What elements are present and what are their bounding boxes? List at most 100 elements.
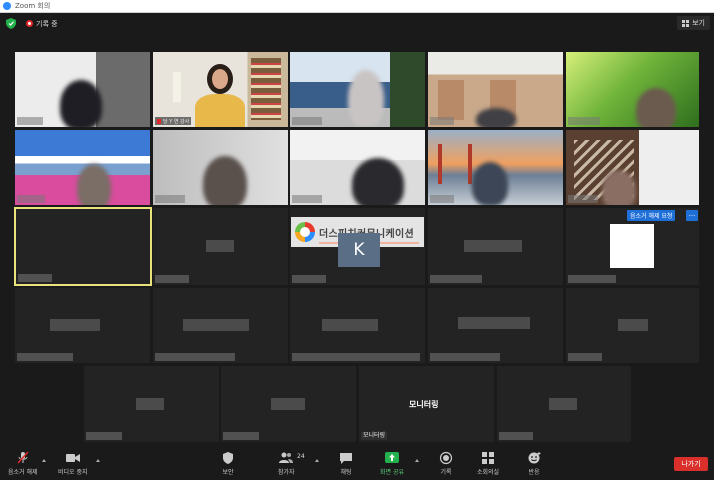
participant-tile[interactable] bbox=[84, 366, 219, 442]
chat-bubble-icon bbox=[340, 453, 352, 464]
meeting-top-bar: 기록 중 보기 bbox=[0, 13, 714, 33]
participants-icon bbox=[279, 452, 294, 463]
participant-name-chip bbox=[568, 275, 616, 283]
participant-name-chip bbox=[17, 195, 45, 203]
participant-tile[interactable] bbox=[15, 288, 150, 363]
participant-center-name bbox=[206, 240, 234, 252]
grid-view-icon bbox=[682, 19, 690, 27]
audio-options-chevron-icon[interactable] bbox=[42, 459, 46, 462]
participant-video-blank bbox=[610, 224, 654, 268]
host-participant-tile[interactable]: 당 Y 연 강사 bbox=[153, 52, 288, 127]
participant-center-name bbox=[322, 319, 378, 331]
participants-count-badge: 24 bbox=[297, 453, 305, 460]
participants-options-chevron-icon[interactable] bbox=[315, 459, 319, 462]
participant-name-chip bbox=[568, 195, 598, 203]
participant-name-chip bbox=[499, 432, 533, 440]
host-name-chip: 당 Y 연 강사 bbox=[155, 117, 192, 125]
participant-tile[interactable] bbox=[428, 208, 563, 285]
participant-name-chip bbox=[292, 195, 322, 203]
participant-name-chip bbox=[430, 353, 500, 361]
share-options-chevron-icon[interactable] bbox=[415, 459, 419, 462]
participant-tile[interactable] bbox=[15, 130, 150, 205]
monitoring-participant-tile[interactable]: 모니터링 모니터링 bbox=[359, 366, 494, 442]
window-title: Zoom 회의 bbox=[15, 2, 51, 10]
host-name-label: 당 Y 연 강사 bbox=[163, 118, 190, 125]
chat-button[interactable]: 채팅 bbox=[338, 451, 354, 476]
participant-tile[interactable] bbox=[221, 366, 356, 442]
participant-tile[interactable] bbox=[497, 366, 631, 442]
request-unmute-button[interactable]: 음소거 해제 요청 bbox=[627, 210, 676, 221]
security-button[interactable]: 보안 bbox=[220, 451, 236, 476]
view-button-label: 보기 bbox=[692, 19, 705, 27]
view-button[interactable]: 보기 bbox=[677, 16, 710, 30]
unmute-button[interactable]: 음소거 해제 bbox=[8, 451, 38, 476]
muted-mic-icon bbox=[157, 118, 161, 124]
breakout-rooms-label: 소회의실 bbox=[477, 469, 500, 476]
video-camera-icon bbox=[65, 454, 80, 462]
unmute-label: 음소거 해제 bbox=[8, 469, 38, 476]
participant-center-name bbox=[458, 317, 530, 329]
participant-name-chip bbox=[155, 195, 185, 203]
monitoring-center-name: 모니터링 bbox=[409, 400, 439, 409]
recording-label: 기록 중 bbox=[36, 19, 58, 28]
participant-name-chip bbox=[155, 275, 189, 283]
active-speaker-tile[interactable] bbox=[14, 207, 152, 286]
meeting-controls-toolbar bbox=[0, 447, 714, 480]
reactions-label: 반응 bbox=[528, 469, 540, 476]
participant-name-chip bbox=[292, 275, 326, 283]
participant-center-name bbox=[549, 398, 577, 410]
participant-name-chip bbox=[292, 353, 420, 361]
participant-center-name bbox=[136, 398, 164, 410]
reactions-smiley-icon bbox=[528, 452, 541, 464]
share-screen-button[interactable]: 화면 공유 bbox=[380, 451, 404, 476]
stop-video-button[interactable]: 비디오 중지 bbox=[58, 451, 88, 476]
participant-tile[interactable] bbox=[153, 288, 288, 363]
stop-video-label: 비디오 중지 bbox=[58, 469, 88, 476]
participant-tile[interactable] bbox=[566, 288, 699, 363]
participant-tile[interactable] bbox=[290, 130, 425, 205]
participant-tile[interactable] bbox=[290, 288, 425, 363]
participant-center-name bbox=[618, 319, 648, 331]
reactions-button[interactable]: 반응 bbox=[526, 451, 542, 476]
video-options-chevron-icon[interactable] bbox=[96, 459, 100, 462]
participant-tile[interactable] bbox=[153, 130, 288, 205]
participant-tile[interactable] bbox=[428, 52, 563, 127]
zoom-app-icon bbox=[3, 2, 11, 10]
company-logo-icon bbox=[295, 222, 315, 242]
participant-tile[interactable] bbox=[428, 130, 563, 205]
participant-tile[interactable] bbox=[15, 52, 150, 127]
participant-name-chip bbox=[17, 117, 43, 125]
participant-center-name bbox=[464, 240, 522, 252]
more-options-button[interactable]: ··· bbox=[686, 210, 698, 221]
participant-avatar: K bbox=[338, 233, 380, 267]
participant-tile[interactable] bbox=[428, 288, 563, 363]
participant-tile[interactable] bbox=[566, 52, 699, 127]
participant-center-name bbox=[50, 319, 100, 331]
record-icon bbox=[439, 451, 453, 465]
participant-center-name bbox=[271, 398, 305, 410]
encryption-shield-icon[interactable] bbox=[6, 18, 16, 29]
breakout-rooms-icon bbox=[482, 452, 495, 464]
security-shield-icon bbox=[223, 452, 233, 464]
security-label: 보안 bbox=[222, 469, 234, 476]
zoom-meeting-window: Zoom 회의 기록 중 보기 당 Y 연 강사 모니터링 모니터링 K 음소거… bbox=[0, 0, 714, 480]
participant-name-chip bbox=[155, 353, 235, 361]
participant-tile[interactable] bbox=[153, 208, 288, 285]
participant-tile[interactable] bbox=[290, 52, 425, 127]
participant-name-chip bbox=[223, 432, 259, 440]
participant-name-chip bbox=[430, 117, 454, 125]
record-label: 기록 bbox=[440, 469, 452, 476]
participant-name-chip bbox=[430, 195, 454, 203]
participant-tile[interactable] bbox=[566, 130, 699, 205]
breakout-rooms-button[interactable]: 소회의실 bbox=[477, 451, 499, 476]
participant-name-chip bbox=[292, 117, 322, 125]
participants-button[interactable]: 참가자 bbox=[278, 451, 295, 476]
share-screen-label: 화면 공유 bbox=[380, 469, 404, 476]
share-screen-icon bbox=[385, 452, 399, 463]
participant-name-chip bbox=[430, 275, 482, 283]
record-button[interactable]: 기록 bbox=[438, 451, 454, 476]
participant-name-chip bbox=[17, 353, 73, 361]
leave-meeting-button[interactable]: 나가기 bbox=[674, 457, 708, 471]
participant-name-chip bbox=[568, 117, 600, 125]
recording-indicator[interactable]: 기록 중 bbox=[26, 18, 58, 29]
